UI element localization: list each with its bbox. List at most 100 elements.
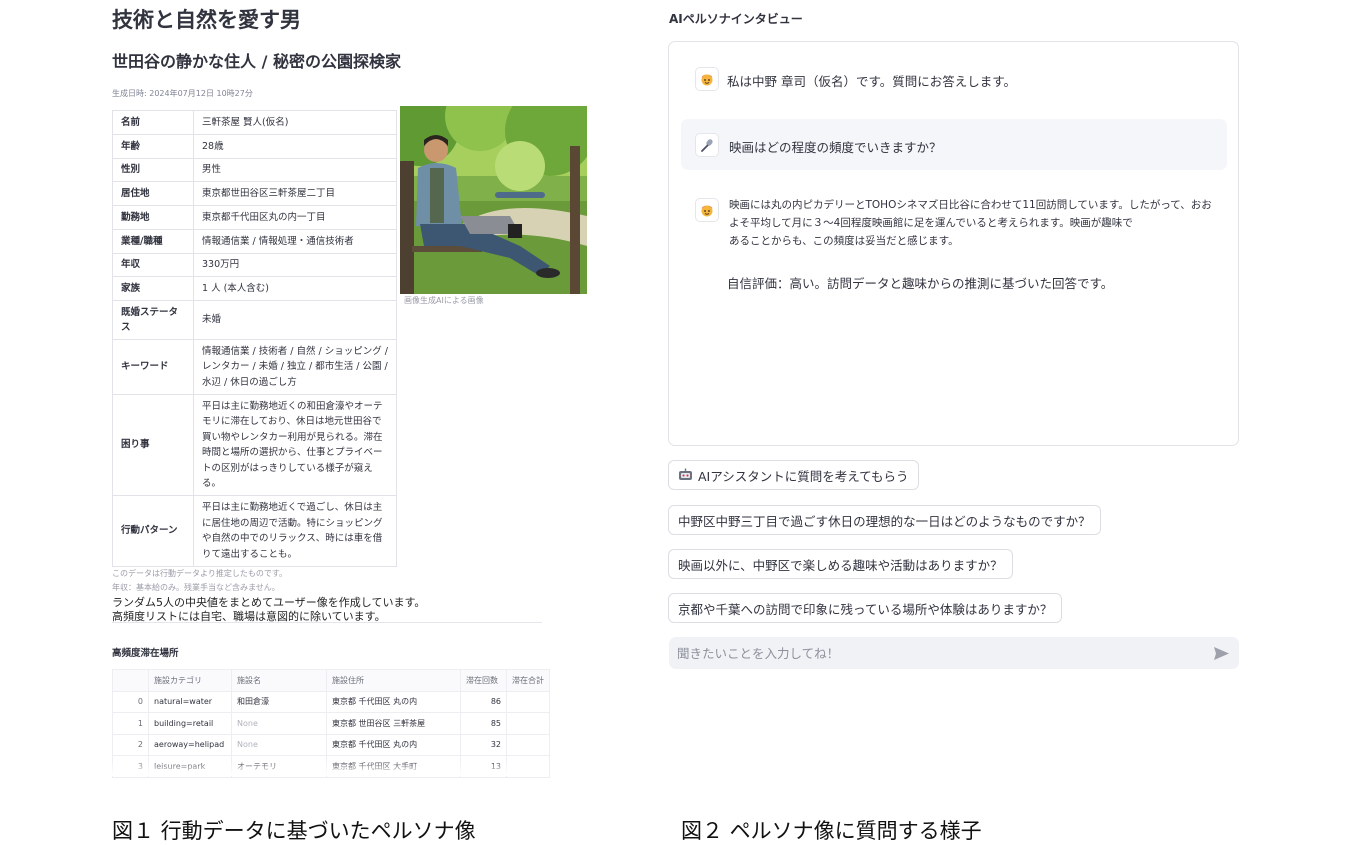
profile-key: 性別 (112, 158, 194, 182)
profile-value: 情報通信業 / 情報処理・通信技術者 (193, 229, 397, 254)
profile-value: 三軒茶屋 賢人(仮名) (193, 110, 397, 135)
row-index: 1 (112, 712, 149, 735)
figure-caption-2: 図２ ペルソナ像に質問する様子 (681, 819, 982, 843)
ai-assist-button[interactable]: AIアシスタントに質問を考えてもらう (668, 460, 919, 490)
person-avatar-icon (695, 67, 719, 91)
column-header[interactable] (112, 669, 149, 692)
divider (112, 622, 542, 623)
cell-category[interactable]: aeroway=helipad (148, 733, 232, 756)
profile-row: 居住地 東京都世田谷区三軒茶屋二丁目 (112, 181, 397, 206)
profile-value: 平日は主に勤務地近くで過ごし、休日は主に居住地の周辺で活動。特にショッピングや自… (193, 495, 397, 567)
profile-table: 名前 三軒茶屋 賢人(仮名) 年齢 28歳 性別 男性 居住地 東京都世田谷区三軒茶屋二… (112, 110, 397, 567)
profile-row: 業種/職種 情報通信業 / 情報処理・通信技術者 (112, 229, 397, 254)
income-note: 年収：基本給のみ。残業手当など含みません。 (112, 583, 280, 592)
cell-address[interactable]: 東京都 千代田区 丸の内 (326, 690, 461, 713)
suggested-question-button[interactable]: 京都や千葉への訪問で印象に残っている場所や体験はありますか？ (668, 593, 1063, 623)
assistant-intro-message: 私は中野 章司（仮名）です。質問にお答えします。 (727, 74, 1016, 89)
profile-row: 年収 330万円 (112, 253, 397, 277)
user-question-text: 映画はどの程度の頻度でいきますか？ (729, 140, 942, 155)
confidence-evaluation: 自信評価：高い。訪問データと趣味からの推測に基づいた回答です。 (727, 276, 1114, 291)
column-header[interactable]: 施設名 (231, 669, 327, 692)
profile-key: 行動パターン (112, 495, 194, 567)
cell-count[interactable]: 85 (460, 712, 507, 735)
profile-row: 既婚ステータス 未婚 (112, 300, 397, 340)
profile-key: 名前 (112, 110, 194, 135)
profile-value: 28歳 (193, 134, 397, 159)
column-header[interactable]: 滞在回数 (460, 669, 507, 692)
cell-address[interactable]: 東京都 世田谷区 三軒茶屋 (326, 712, 461, 735)
profile-row: 困り事 平日は主に勤務地近くの和田倉濠やオーテモリに滞在しており、休日は地元世田谷… (112, 394, 397, 496)
profile-row: 名前 三軒茶屋 賢人(仮名) (112, 110, 397, 135)
persona-photo (400, 106, 587, 294)
assistant-answer: 映画には丸の内ピカデリーとTOHOシネマズ日比谷に合わせて11回訪問しています。… (729, 196, 1224, 250)
table-row[interactable]: 2 aeroway=helipad None 東京都 千代田区 丸の内 32 (112, 733, 550, 756)
microphone-icon (695, 133, 719, 157)
profile-key: 勤務地 (112, 205, 194, 230)
profile-key: キーワード (112, 339, 194, 395)
generated-timestamp: 生成日時: 2024年07月12日 10時27分 (112, 89, 253, 98)
profile-key: 困り事 (112, 394, 194, 496)
frequent-places-heading: 高頻度滞在場所 (112, 648, 179, 659)
table-header-row: 施設カテゴリ 施設名 施設住所 滞在回数 滞在合計 (112, 669, 550, 692)
profile-row: 性別 男性 (112, 158, 397, 182)
cell-total[interactable] (506, 690, 550, 713)
suggested-question-label: 映画以外に、中野区で楽しめる趣味や活動はありますか？ (678, 557, 1003, 573)
robot-icon (678, 468, 693, 482)
cell-address[interactable]: 東京都 千代田区 丸の内 (326, 733, 461, 756)
interview-heading: AIペルソナインタビュー (669, 12, 803, 26)
cell-count[interactable]: 86 (460, 690, 507, 713)
column-header[interactable]: 施設住所 (326, 669, 461, 692)
profile-value: 東京都千代田区丸の内一丁目 (193, 205, 397, 230)
cell-total[interactable] (506, 712, 550, 735)
profile-row: 行動パターン 平日は主に勤務地近くで過ごし、休日は主に居住地の周辺で活動。特にショ… (112, 495, 397, 567)
cell-name[interactable]: 和田倉濠 (231, 690, 327, 713)
profile-key: 既婚ステータス (112, 300, 194, 340)
profile-key: 年収 (112, 253, 194, 277)
ai-assist-button-label: AIアシスタントに質問を考えてもらう (698, 468, 909, 484)
profile-value: 1 人 (本人含む) (193, 276, 397, 301)
cell-name[interactable]: None (231, 733, 327, 756)
profile-value: 東京都世田谷区三軒茶屋二丁目 (193, 181, 397, 206)
row-index: 0 (112, 690, 149, 713)
profile-key: 家族 (112, 276, 194, 301)
suggested-question-button[interactable]: 中野区中野三丁目で過ごす休日の理想的な一日はどのようなものですか？ (668, 505, 1101, 535)
table-row[interactable]: 0 natural=water 和田倉濠 東京都 千代田区 丸の内 86 (112, 690, 550, 713)
figure-caption-1: 図１ 行動データに基づいたペルソナ像 (112, 819, 476, 843)
row-index: 2 (112, 733, 149, 756)
column-header[interactable]: 施設カテゴリ (148, 669, 232, 692)
profile-key: 年齢 (112, 134, 194, 159)
cell-count[interactable]: 32 (460, 733, 507, 756)
profile-value: 未婚 (193, 300, 397, 340)
answer-line: あることからも、この頻度は妥当だと感じます。 (729, 235, 959, 247)
profile-row: キーワード 情報通信業 / 技術者 / 自然 / ショッピング / レンタカー /… (112, 339, 397, 395)
profile-row: 年齢 28歳 (112, 134, 397, 159)
suggested-question-label: 京都や千葉への訪問で印象に残っている場所や体験はありますか？ (678, 601, 1053, 617)
profile-key: 居住地 (112, 181, 194, 206)
profile-key: 業種/職種 (112, 229, 194, 254)
persona-title: 技術と自然を愛す男 (112, 8, 301, 32)
suggested-question-label: 中野区中野三丁目で過ごす休日の理想的な一日はどのようなものですか？ (678, 513, 1091, 529)
suggested-question-button[interactable]: 映画以外に、中野区で楽しめる趣味や活動はありますか？ (668, 549, 1013, 579)
cell-category[interactable]: natural=water (148, 690, 232, 713)
profile-value: 男性 (193, 158, 397, 182)
profile-value: 平日は主に勤務地近くの和田倉濠やオーテモリに滞在しており、休日は地元世田谷で買い… (193, 394, 397, 496)
profile-row: 勤務地 東京都千代田区丸の内一丁目 (112, 205, 397, 230)
cell-name[interactable]: None (231, 712, 327, 735)
data-note: このデータは行動データより推定したものです。 (112, 569, 288, 578)
send-button[interactable] (1210, 643, 1232, 663)
table-row[interactable]: 1 building=retail None 東京都 世田谷区 三軒茶屋 85 (112, 712, 550, 735)
answer-line: よそ平均して月に３〜4回程度映画館に足を運んでいると考えられます。映画が趣味で (729, 217, 1133, 229)
answer-line: 映画には丸の内ピカデリーとTOHOシネマズ日比谷に合わせて11回訪問しています。… (729, 199, 1212, 211)
column-header[interactable]: 滞在合計 (506, 669, 550, 692)
person-avatar-icon (695, 198, 719, 222)
table-fade (112, 760, 544, 776)
profile-row: 家族 1 人 (本人含む) (112, 276, 397, 301)
cell-category[interactable]: building=retail (148, 712, 232, 735)
chat-input[interactable] (669, 637, 1239, 669)
persona-subtitle: 世田谷の静かな住人 / 秘密の公園探検家 (112, 52, 401, 71)
photo-caption: 画像生成AIによる画像 (404, 296, 484, 305)
send-icon (1213, 646, 1230, 661)
profile-value: 情報通信業 / 技術者 / 自然 / ショッピング / レンタカー / 未婚 /… (193, 339, 397, 395)
cell-total[interactable] (506, 733, 550, 756)
profile-value: 330万円 (193, 253, 397, 277)
